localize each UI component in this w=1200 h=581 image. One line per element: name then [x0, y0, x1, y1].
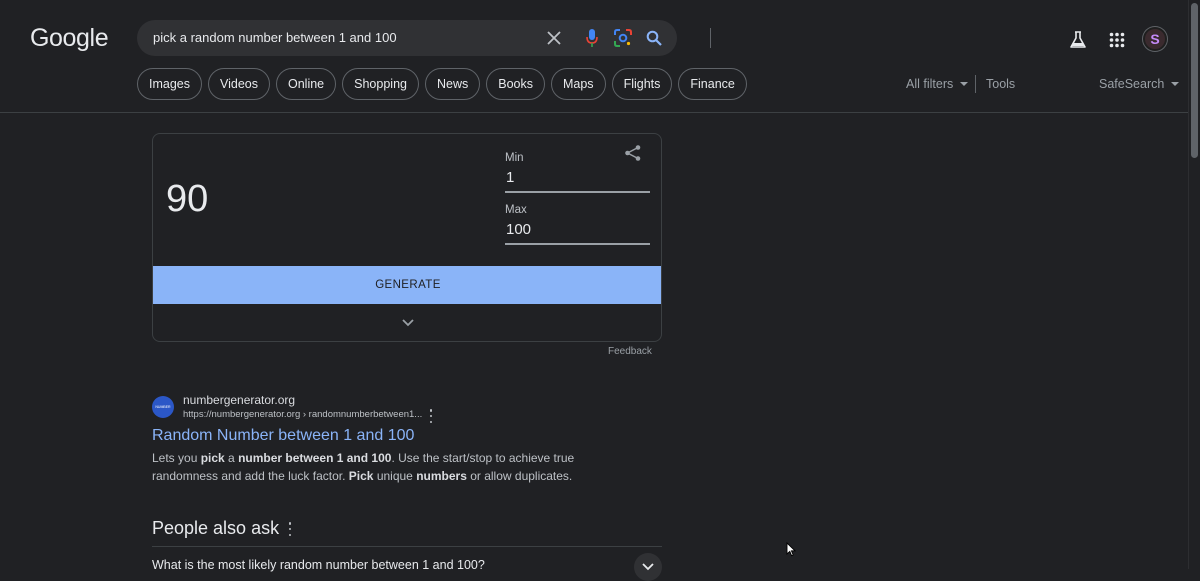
tab-videos[interactable]: Videos — [208, 68, 270, 100]
safesearch-label: SafeSearch — [1099, 77, 1165, 91]
feedback-link[interactable]: Feedback — [608, 346, 652, 357]
tab-online[interactable]: Online — [276, 68, 337, 100]
more-options-icon[interactable] — [426, 409, 436, 423]
filters-divider — [975, 75, 976, 93]
search-divider — [710, 28, 711, 48]
chevron-down-icon[interactable] — [634, 553, 662, 581]
min-input[interactable]: 1 — [505, 169, 650, 193]
random-number-card: 90 Min 1 Max 100 GENERATE — [152, 133, 662, 342]
snippet-text: unique — [373, 468, 417, 483]
search-input[interactable]: pick a random number between 1 and 100 — [153, 30, 397, 45]
snippet-bold: pick — [200, 451, 225, 465]
max-label: Max — [505, 204, 527, 216]
microphone-icon[interactable] — [582, 28, 602, 48]
header: Google pick a random number between 1 an… — [0, 0, 1188, 113]
result-title-link[interactable]: Random Number between 1 and 100 — [152, 427, 414, 445]
all-filters-label: All filters — [906, 77, 954, 91]
paa-question[interactable]: What is the most likely random number be… — [152, 558, 485, 572]
snippet-text: or allow duplicates. — [466, 468, 573, 483]
all-filters-dropdown[interactable]: All filters — [906, 77, 969, 91]
apps-grid-icon[interactable] — [1105, 28, 1129, 52]
scrollbar-thumb[interactable] — [1191, 3, 1198, 158]
tab-images[interactable]: Images — [137, 68, 202, 100]
tab-maps[interactable]: Maps — [550, 68, 606, 100]
snippet-text: a — [224, 451, 239, 465]
google-logo[interactable]: Google — [30, 24, 109, 53]
min-label: Min — [505, 152, 524, 164]
tab-news[interactable]: News — [424, 68, 481, 100]
tools-label: Tools — [986, 77, 1016, 91]
share-icon[interactable] — [624, 144, 644, 164]
scrollbar[interactable] — [1188, 0, 1200, 569]
paa-divider — [152, 546, 662, 547]
snippet-bold: numbers — [416, 468, 467, 483]
search-tabs: Images Videos Online Shopping News Books… — [137, 68, 747, 100]
generate-button[interactable]: GENERATE — [153, 266, 661, 304]
tab-flights[interactable]: Flights — [611, 68, 673, 100]
tab-books[interactable]: Books — [486, 68, 545, 100]
site-favicon[interactable]: NUMBER GENERATOR — [152, 396, 174, 418]
random-result: 90 — [166, 178, 209, 220]
avatar[interactable]: S — [1143, 27, 1167, 51]
tab-shopping[interactable]: Shopping — [342, 68, 419, 100]
result-snippet: Lets you pick a number between 1 and 100… — [152, 450, 622, 485]
safesearch-dropdown[interactable]: SafeSearch — [1099, 77, 1180, 91]
people-also-ask-title: People also ask — [152, 518, 280, 538]
labs-flask-icon[interactable] — [1066, 28, 1090, 52]
snippet-bold: Pick — [348, 468, 374, 483]
paa-more-options-icon[interactable] — [285, 522, 295, 536]
search-icon[interactable] — [644, 28, 664, 48]
max-input[interactable]: 100 — [505, 221, 650, 245]
expand-chevron-icon[interactable] — [398, 315, 418, 331]
close-icon[interactable] — [544, 28, 564, 48]
caret-down-icon — [1171, 82, 1180, 86]
site-url[interactable]: https://numbergenerator.org › randomnumb… — [183, 409, 422, 420]
tab-finance[interactable]: Finance — [678, 68, 747, 100]
site-name[interactable]: numbergenerator.org — [183, 393, 295, 407]
lens-icon[interactable] — [613, 28, 633, 48]
search-box[interactable]: pick a random number between 1 and 100 — [137, 20, 711, 56]
caret-down-icon — [960, 82, 969, 86]
mouse-cursor-icon — [786, 541, 797, 562]
snippet-text: Lets you — [152, 451, 201, 465]
tools-button[interactable]: Tools — [986, 77, 1015, 91]
snippet-bold: number between 1 and 100 — [238, 451, 392, 465]
